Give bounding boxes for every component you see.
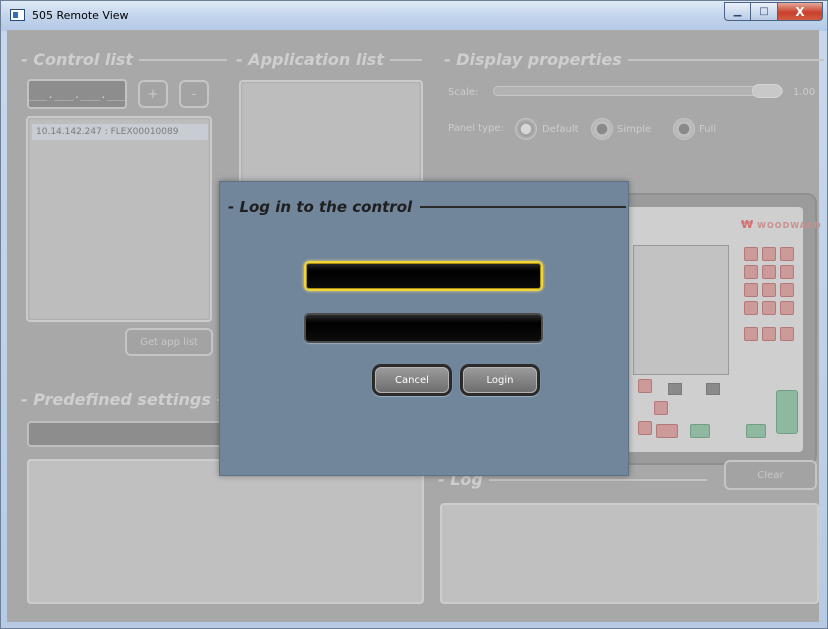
control-list-heading: - Control list [21, 50, 228, 69]
panel-type-simple-radio[interactable] [591, 118, 613, 140]
username-input[interactable] [304, 261, 543, 291]
keypad-key[interactable] [780, 327, 794, 341]
scale-label: Scale: [448, 87, 479, 98]
window-title: 505 Remote View [32, 9, 129, 22]
control-list-box[interactable]: 10.14.142.247 : FLEX00010089 [26, 116, 212, 322]
predefined-settings-list[interactable] [27, 459, 424, 604]
keypad-key[interactable] [780, 247, 794, 261]
login-dialog-title: - Log in to the control [228, 198, 413, 216]
keypad-key[interactable] [762, 327, 776, 341]
keypad-key[interactable] [744, 283, 758, 297]
login-button-label: Login [463, 367, 537, 393]
brand-name: WOODWARD [757, 221, 822, 230]
scale-value: 1.00 [793, 87, 816, 98]
title-bar[interactable]: 505 Remote View ▁ □ X [1, 1, 827, 31]
reset-key[interactable] [746, 424, 766, 438]
panel-type-simple-label: Simple [617, 124, 652, 135]
display-properties-title: - Display properties [444, 50, 622, 69]
login-dialog: - Log in to the control Cancel Login [219, 181, 629, 476]
divider [420, 206, 627, 208]
app-icon [10, 9, 25, 21]
cancel-button[interactable]: Cancel [372, 364, 452, 396]
keypad-key[interactable] [744, 301, 758, 315]
remove-control-button[interactable]: - [179, 80, 209, 108]
login-dialog-heading: - Log in to the control [228, 198, 627, 216]
window-controls: ▁ □ X [724, 2, 823, 21]
panel-type-default-label: Default [542, 124, 579, 135]
woodward-logo: ₩ WOODWARD [741, 218, 822, 231]
panel-type-full-label: Full [699, 124, 717, 135]
log-output [440, 503, 819, 604]
divider [627, 58, 824, 61]
clear-log-button[interactable]: Clear [724, 460, 817, 490]
close-button[interactable]: X [778, 2, 823, 21]
keypad-key[interactable] [762, 301, 776, 315]
soft-key[interactable] [706, 383, 720, 395]
predefined-settings-title: - Predefined settings [21, 390, 211, 409]
keypad-key[interactable] [780, 265, 794, 279]
ip-address-input[interactable]: ___.___.___.___ [27, 79, 127, 109]
arrow-down-key[interactable] [638, 421, 652, 435]
keypad-key[interactable] [744, 247, 758, 261]
adjust-key[interactable] [776, 390, 798, 434]
control-list-title: - Control list [21, 50, 134, 69]
function-key[interactable] [656, 424, 678, 438]
start-key[interactable] [690, 424, 710, 438]
keypad-key[interactable] [780, 301, 794, 315]
panel-display-screen [633, 245, 729, 375]
keypad-key[interactable] [762, 265, 776, 279]
keypad-key[interactable] [744, 327, 758, 341]
panel-type-default-radio[interactable] [515, 118, 537, 140]
application-list-title: - Application list [236, 50, 384, 69]
control-list-item[interactable]: 10.14.142.247 : FLEX00010089 [32, 124, 208, 140]
display-properties-heading: - Display properties [444, 50, 824, 69]
scale-slider-thumb[interactable] [752, 84, 782, 98]
panel-type-label: Panel type: [448, 123, 504, 134]
cancel-button-label: Cancel [375, 367, 449, 393]
arrow-up-key[interactable] [638, 379, 652, 393]
panel-type-full-radio[interactable] [673, 118, 695, 140]
divider [389, 58, 422, 61]
application-list-heading: - Application list [236, 50, 422, 69]
keypad-key[interactable] [744, 265, 758, 279]
maximize-button[interactable]: □ [751, 2, 778, 21]
arrow-right-key[interactable] [654, 401, 668, 415]
soft-key[interactable] [668, 383, 682, 395]
minimize-button[interactable]: ▁ [724, 2, 751, 21]
keypad-key[interactable] [780, 283, 794, 297]
password-input[interactable] [304, 313, 543, 343]
get-app-list-button[interactable]: Get app list [125, 328, 213, 356]
login-button[interactable]: Login [460, 364, 540, 396]
keypad-key[interactable] [762, 247, 776, 261]
scale-slider-track[interactable] [493, 86, 783, 96]
predefined-settings-heading: - Predefined settings [21, 390, 235, 409]
divider [488, 478, 707, 481]
keypad-key[interactable] [762, 283, 776, 297]
divider [139, 58, 228, 61]
add-control-button[interactable]: + [138, 80, 168, 108]
predefined-settings-dropdown[interactable] [27, 421, 232, 447]
